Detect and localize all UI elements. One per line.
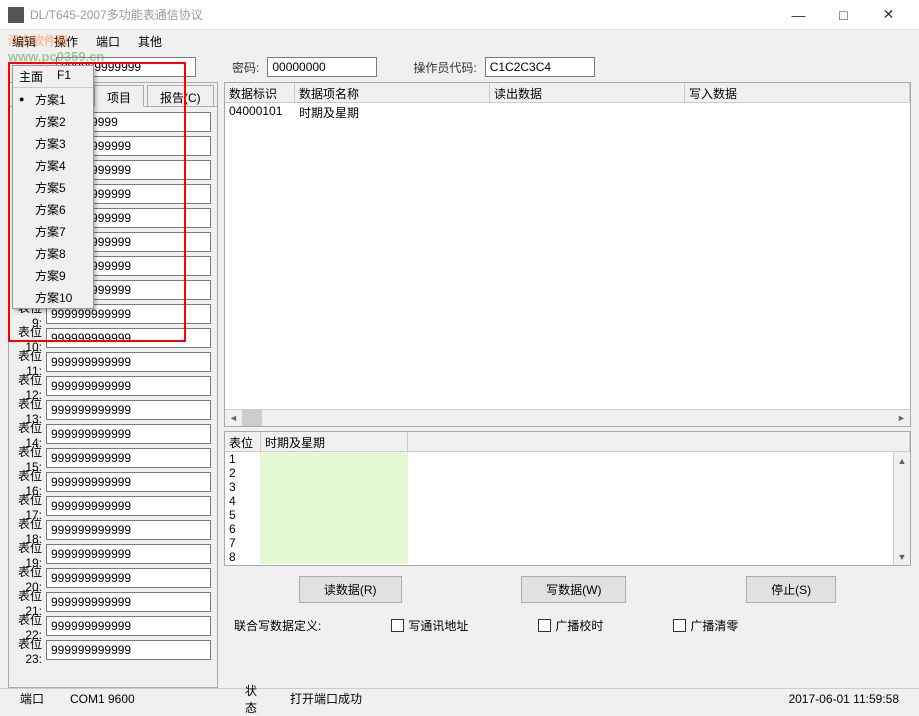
maximize-button[interactable]: □ xyxy=(821,1,866,29)
tab-project[interactable]: 项目 xyxy=(94,85,144,107)
top-row: 密码: 操作员代码: xyxy=(0,52,919,82)
table-row[interactable]: 04000101时期及星期 xyxy=(225,103,910,121)
col-header-read[interactable]: 读出数据 xyxy=(490,83,685,102)
vertical-scrollbar[interactable]: ▲ ▼ xyxy=(893,452,910,565)
read-button[interactable]: 读数据(R) xyxy=(299,576,402,603)
meter-input[interactable] xyxy=(46,376,211,396)
definition-row: 联合写数据定义: 写通讯地址 广播校时 广播清零 xyxy=(224,613,911,638)
meter-row: 表位23: xyxy=(11,639,215,661)
table-row[interactable]: 7 xyxy=(225,536,910,550)
col-header-write[interactable]: 写入数据 xyxy=(685,83,910,102)
table-row[interactable]: 1 xyxy=(225,452,910,466)
dropdown-item[interactable]: 方案2 xyxy=(13,110,93,132)
status-state-label: 状态 xyxy=(233,682,278,716)
meter-input[interactable] xyxy=(46,640,211,660)
dropdown-item[interactable]: 方案5 xyxy=(13,176,93,198)
meter-input[interactable] xyxy=(46,448,211,468)
col-header-name[interactable]: 数据项名称 xyxy=(295,83,490,102)
table-row[interactable]: 3 xyxy=(225,480,910,494)
stop-button[interactable]: 停止(S) xyxy=(746,576,836,603)
dropdown-item[interactable]: 方案7 xyxy=(13,220,93,242)
menu-port[interactable]: 端口 xyxy=(88,31,128,52)
scroll-right-icon[interactable]: ► xyxy=(893,410,910,426)
button-row: 读数据(R) 写数据(W) 停止(S) xyxy=(224,570,911,609)
menu-other[interactable]: 其他 xyxy=(130,31,170,52)
meter-input[interactable] xyxy=(46,616,211,636)
dropdown-item[interactable]: 方案1 xyxy=(13,88,93,110)
minimize-button[interactable]: — xyxy=(776,1,821,29)
status-port-label: 端口 xyxy=(8,690,58,707)
menu-operate[interactable]: 操作 xyxy=(46,31,86,52)
operator-input[interactable] xyxy=(485,57,595,77)
meter-input[interactable] xyxy=(46,592,211,612)
col-header-pos[interactable]: 表位 xyxy=(225,432,261,451)
checkbox-broadcast-time[interactable] xyxy=(538,619,551,632)
grid-body[interactable]: 04000101时期及星期 xyxy=(225,103,910,409)
dropdown-header-main: 主面 xyxy=(19,68,43,85)
checkbox-broadcast-clear[interactable] xyxy=(673,619,686,632)
scroll-left-icon[interactable]: ◄ xyxy=(225,410,242,426)
password-label: 密码: xyxy=(232,59,259,76)
data-grid: 数据标识 数据项名称 读出数据 写入数据 04000101时期及星期 ◄ ► xyxy=(224,82,911,427)
table-row[interactable]: 8 xyxy=(225,550,910,564)
app-icon xyxy=(8,7,24,23)
status-state-value: 打开端口成功 xyxy=(278,690,776,707)
table-row[interactable]: 2 xyxy=(225,466,910,480)
dropdown-item[interactable]: 方案9 xyxy=(13,264,93,286)
menubar: 编辑 操作 端口 其他 xyxy=(0,30,919,52)
meter-input[interactable] xyxy=(46,424,211,444)
horizontal-scrollbar[interactable]: ◄ ► xyxy=(225,409,910,426)
statusbar: 端口 COM1 9600 状态 打开端口成功 2017-06-01 11:59:… xyxy=(0,688,919,708)
meter-input[interactable] xyxy=(46,544,211,564)
dropdown-item[interactable]: 方案8 xyxy=(13,242,93,264)
meter-label: 表位23: xyxy=(11,635,46,666)
meter-input[interactable] xyxy=(46,520,211,540)
dropdown-item[interactable]: 方案10 xyxy=(13,286,93,308)
result-grid: 表位 时期及星期 12345678 ▲ ▼ xyxy=(224,431,911,566)
check-label-time: 广播校时 xyxy=(555,617,603,634)
menu-edit[interactable]: 编辑 xyxy=(4,31,44,52)
dropdown-header-f1: F1 xyxy=(57,68,71,85)
close-button[interactable]: ✕ xyxy=(866,1,911,29)
table-row[interactable]: 6 xyxy=(225,522,910,536)
dropdown-item[interactable]: 方案4 xyxy=(13,154,93,176)
scroll-up-icon[interactable]: ▲ xyxy=(894,452,910,469)
window-title: DL/T645-2007多功能表通信协议 xyxy=(30,6,203,23)
scheme-dropdown: 主面 F1 方案1方案2方案3方案4方案5方案6方案7方案8方案9方案10 xyxy=(12,65,94,309)
tab-report[interactable]: 报告(C) xyxy=(147,85,214,106)
dropdown-item[interactable]: 方案3 xyxy=(13,132,93,154)
table-row[interactable]: 5 xyxy=(225,508,910,522)
dropdown-item[interactable]: 方案6 xyxy=(13,198,93,220)
status-time: 2017-06-01 11:59:58 xyxy=(776,692,911,706)
scroll-down-icon[interactable]: ▼ xyxy=(894,548,910,565)
col-header-dsid[interactable]: 数据标识 xyxy=(225,83,295,102)
table-row[interactable]: 4 xyxy=(225,494,910,508)
check-label-clear: 广播清零 xyxy=(690,617,738,634)
right-panel: 数据标识 数据项名称 读出数据 写入数据 04000101时期及星期 ◄ ► 表… xyxy=(224,82,911,688)
checkbox-write-addr[interactable] xyxy=(391,619,404,632)
definition-label: 联合写数据定义: xyxy=(234,617,321,634)
write-button[interactable]: 写数据(W) xyxy=(521,576,626,603)
meter-input[interactable] xyxy=(46,568,211,588)
meter-input[interactable] xyxy=(46,400,211,420)
password-input[interactable] xyxy=(267,57,377,77)
titlebar: DL/T645-2007多功能表通信协议 — □ ✕ xyxy=(0,0,919,30)
col-header-datetime[interactable]: 时期及星期 xyxy=(261,432,408,451)
result-body[interactable]: 12345678 xyxy=(225,452,910,565)
status-com: COM1 9600 xyxy=(58,692,233,706)
meter-input[interactable] xyxy=(46,496,211,516)
meter-input[interactable] xyxy=(46,352,211,372)
check-label-addr: 写通讯地址 xyxy=(408,617,468,634)
operator-label: 操作员代码: xyxy=(413,59,476,76)
meter-input[interactable] xyxy=(46,472,211,492)
meter-input[interactable] xyxy=(46,328,211,348)
